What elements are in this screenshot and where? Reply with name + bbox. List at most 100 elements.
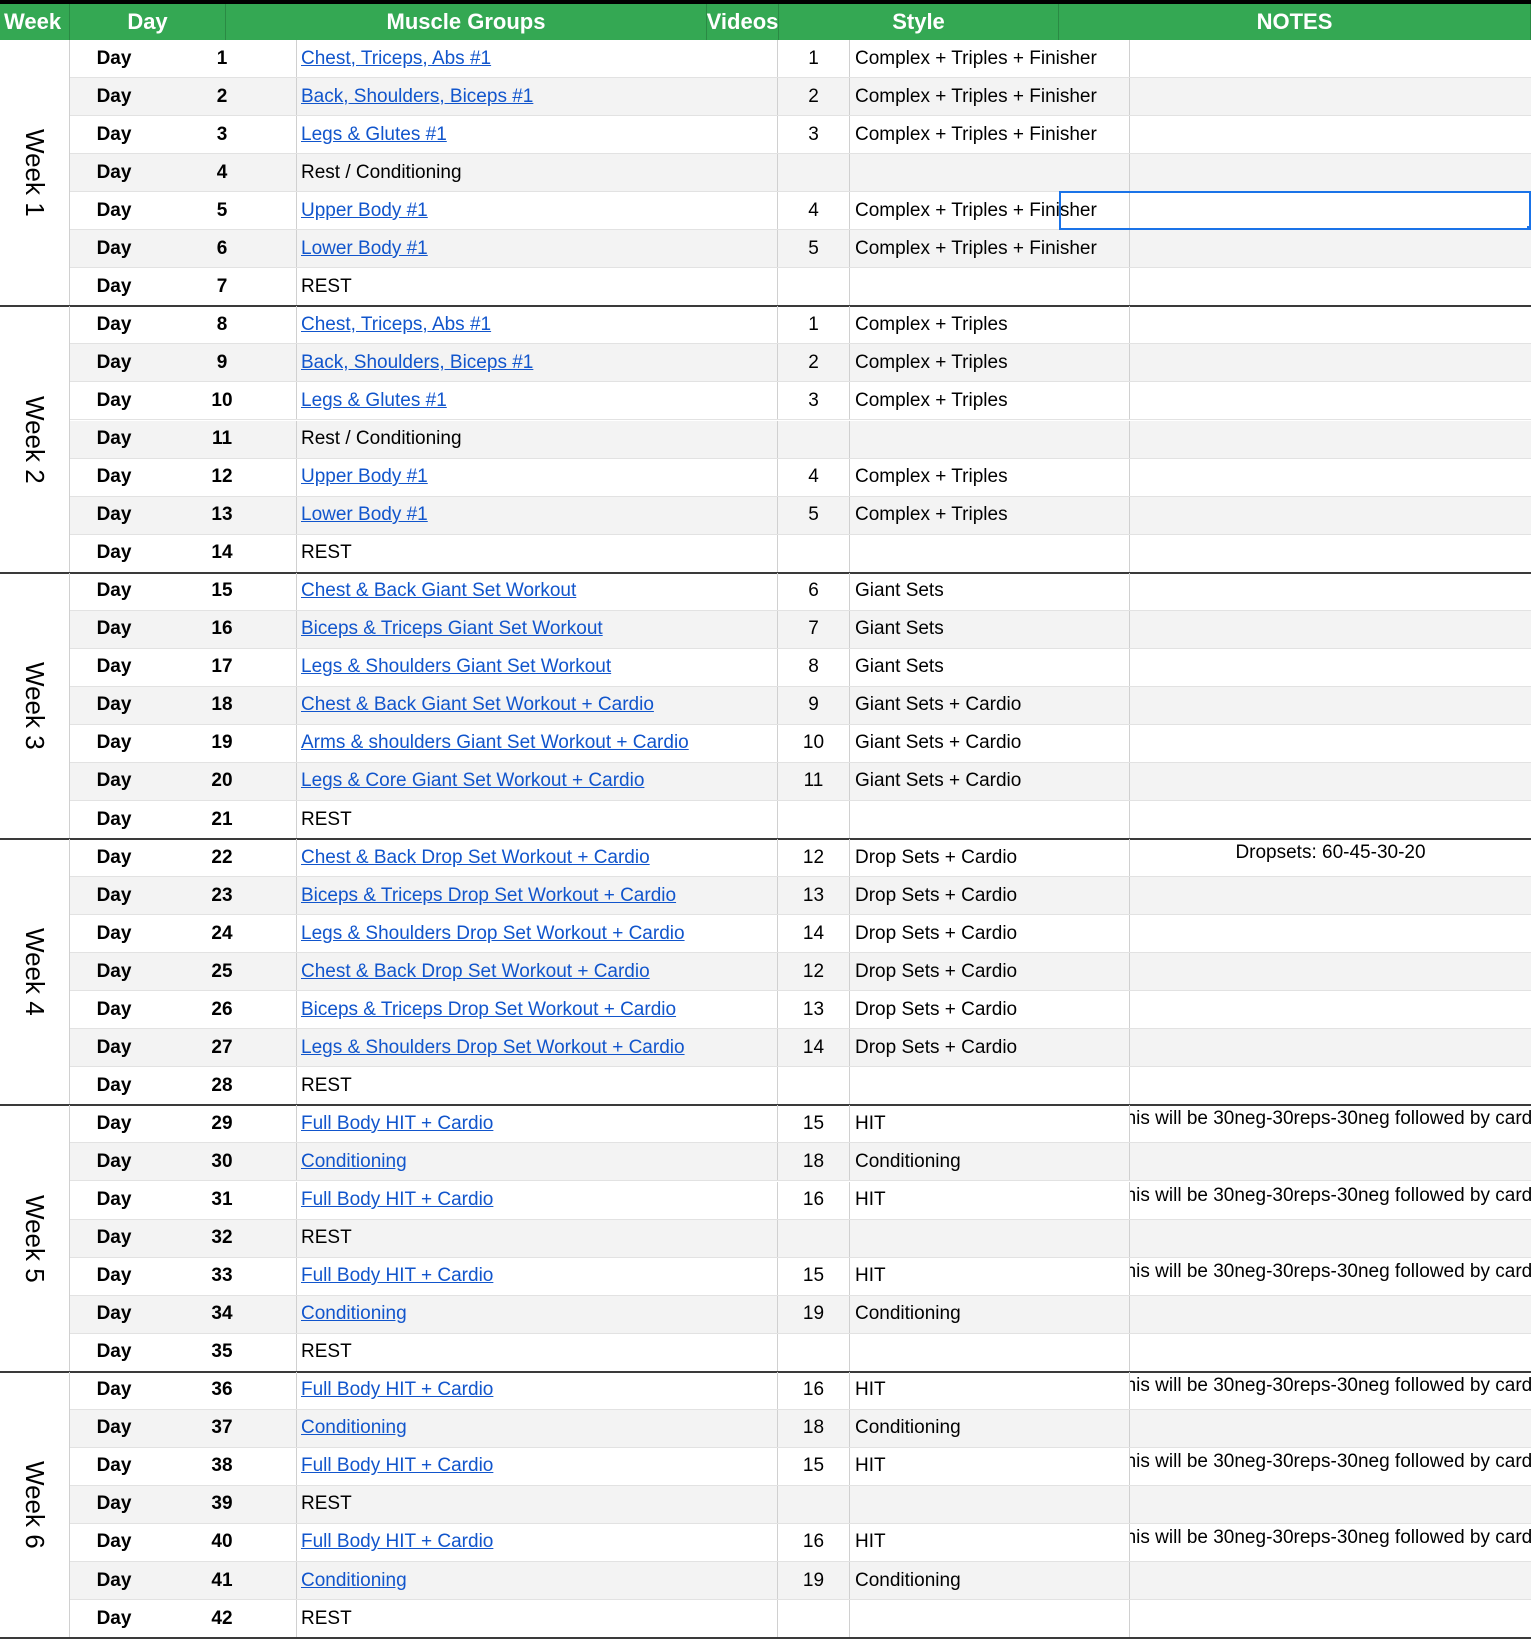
- muscle-group-cell[interactable]: Legs & Glutes #1: [296, 116, 777, 154]
- video-number-cell[interactable]: 6: [777, 572, 849, 610]
- style-cell[interactable]: HIT: [849, 1523, 1129, 1561]
- day-label-cell[interactable]: Day: [70, 1029, 148, 1066]
- muscle-group-cell[interactable]: Rest / Conditioning: [296, 154, 777, 192]
- muscle-group-cell[interactable]: Full Body HIT + Cardio: [296, 1181, 777, 1219]
- day-label-cell[interactable]: Day: [70, 1258, 148, 1295]
- notes-cell[interactable]: [1129, 1562, 1531, 1600]
- day-label-cell[interactable]: Day: [70, 421, 148, 458]
- workout-link[interactable]: Full Body HIT + Cardio: [301, 1265, 493, 1287]
- style-cell[interactable]: Giant Sets + Cardio: [849, 686, 1129, 724]
- video-number-cell[interactable]: 16: [777, 1523, 849, 1561]
- day-number-cell[interactable]: 27: [148, 1029, 296, 1066]
- style-cell[interactable]: HIT: [849, 1371, 1129, 1409]
- day-label-cell[interactable]: Day: [70, 1372, 148, 1409]
- style-cell[interactable]: Drop Sets + Cardio: [849, 1029, 1129, 1067]
- video-number-cell[interactable]: 11: [777, 762, 849, 800]
- notes-cell[interactable]: [1129, 1029, 1531, 1067]
- day-number-cell[interactable]: 24: [148, 915, 296, 952]
- style-cell[interactable]: Complex + Triples: [849, 382, 1129, 420]
- workout-link[interactable]: Legs & Shoulders Drop Set Workout + Card…: [301, 923, 685, 945]
- day-label-cell[interactable]: Day: [70, 459, 148, 496]
- day-number-cell[interactable]: 29: [148, 1105, 296, 1142]
- workout-link[interactable]: Chest & Back Drop Set Workout + Cardio: [301, 847, 650, 869]
- notes-cell[interactable]: [1129, 78, 1531, 116]
- video-number-cell[interactable]: 15: [777, 1447, 849, 1485]
- day-label-cell[interactable]: Day: [70, 1296, 148, 1333]
- video-number-cell[interactable]: 9: [777, 686, 849, 724]
- notes-cell[interactable]: [1129, 1600, 1531, 1638]
- video-number-cell[interactable]: [777, 1219, 849, 1257]
- workout-link[interactable]: Full Body HIT + Cardio: [301, 1189, 493, 1211]
- day-number-cell[interactable]: 8: [148, 306, 296, 343]
- style-cell[interactable]: [849, 1067, 1129, 1105]
- muscle-group-cell[interactable]: Full Body HIT + Cardio: [296, 1257, 777, 1295]
- notes-cell[interactable]: [1129, 40, 1531, 78]
- style-cell[interactable]: HIT: [849, 1447, 1129, 1485]
- workout-link[interactable]: Conditioning: [301, 1570, 407, 1592]
- notes-cell[interactable]: [1129, 686, 1531, 724]
- video-number-cell[interactable]: 3: [777, 116, 849, 154]
- video-number-cell[interactable]: 18: [777, 1409, 849, 1447]
- style-cell[interactable]: Conditioning: [849, 1295, 1129, 1333]
- video-number-cell[interactable]: [777, 1067, 849, 1105]
- video-number-cell[interactable]: 3: [777, 382, 849, 420]
- video-number-cell[interactable]: 1: [777, 40, 849, 78]
- workout-link[interactable]: Chest, Triceps, Abs #1: [301, 48, 491, 70]
- muscle-group-cell[interactable]: Chest, Triceps, Abs #1: [296, 306, 777, 344]
- day-number-cell[interactable]: 5: [148, 192, 296, 229]
- notes-cell[interactable]: Dropsets: 60-45-30-20: [1129, 839, 1531, 877]
- notes-cell[interactable]: [1129, 724, 1531, 762]
- muscle-group-cell[interactable]: Chest & Back Drop Set Workout + Cardio: [296, 953, 777, 991]
- style-cell[interactable]: Conditioning: [849, 1562, 1129, 1600]
- day-number-cell[interactable]: 28: [148, 1067, 296, 1104]
- day-label-cell[interactable]: Day: [70, 535, 148, 572]
- day-number-cell[interactable]: 3: [148, 116, 296, 153]
- day-label-cell[interactable]: Day: [70, 991, 148, 1028]
- header-notes[interactable]: NOTES: [1059, 4, 1531, 40]
- notes-cell[interactable]: [1129, 382, 1531, 420]
- video-number-cell[interactable]: [777, 268, 849, 306]
- style-cell[interactable]: HIT: [849, 1105, 1129, 1143]
- day-number-cell[interactable]: 33: [148, 1258, 296, 1295]
- notes-cell[interactable]: [1129, 991, 1531, 1029]
- video-number-cell[interactable]: 19: [777, 1562, 849, 1600]
- day-number-cell[interactable]: 17: [148, 649, 296, 686]
- day-label-cell[interactable]: Day: [70, 40, 148, 77]
- style-cell[interactable]: Complex + Triples + Finisher: [849, 78, 1129, 116]
- muscle-group-cell[interactable]: REST: [296, 1219, 777, 1257]
- notes-cell[interactable]: [1129, 572, 1531, 610]
- day-label-cell[interactable]: Day: [70, 154, 148, 191]
- workout-link[interactable]: Chest, Triceps, Abs #1: [301, 314, 491, 336]
- muscle-group-cell[interactable]: REST: [296, 1485, 777, 1523]
- video-number-cell[interactable]: 2: [777, 344, 849, 382]
- style-cell[interactable]: Complex + Triples + Finisher: [849, 230, 1129, 268]
- muscle-group-cell[interactable]: Legs & Shoulders Giant Set Workout: [296, 648, 777, 686]
- notes-cell[interactable]: [1129, 1409, 1531, 1447]
- notes-cell[interactable]: [1129, 1333, 1531, 1371]
- style-cell[interactable]: Complex + Triples: [849, 496, 1129, 534]
- notes-cell[interactable]: [1129, 306, 1531, 344]
- day-label-cell[interactable]: Day: [70, 497, 148, 534]
- day-number-cell[interactable]: 19: [148, 725, 296, 762]
- day-number-cell[interactable]: 36: [148, 1372, 296, 1409]
- workout-link[interactable]: Biceps & Triceps Drop Set Workout + Card…: [301, 999, 676, 1021]
- day-number-cell[interactable]: 40: [148, 1524, 296, 1561]
- muscle-group-cell[interactable]: Full Body HIT + Cardio: [296, 1371, 777, 1409]
- muscle-group-cell[interactable]: Legs & Glutes #1: [296, 382, 777, 420]
- style-cell[interactable]: Complex + Triples: [849, 306, 1129, 344]
- muscle-group-cell[interactable]: Chest & Back Drop Set Workout + Cardio: [296, 839, 777, 877]
- video-number-cell[interactable]: 16: [777, 1371, 849, 1409]
- video-number-cell[interactable]: [777, 534, 849, 572]
- day-number-cell[interactable]: 16: [148, 611, 296, 648]
- day-number-cell[interactable]: 7: [148, 268, 296, 305]
- notes-cell[interactable]: This will be 30neg-30reps-30neg followed…: [1129, 1447, 1531, 1485]
- muscle-group-cell[interactable]: REST: [296, 1600, 777, 1638]
- muscle-group-cell[interactable]: REST: [296, 534, 777, 572]
- muscle-group-cell[interactable]: Arms & shoulders Giant Set Workout + Car…: [296, 724, 777, 762]
- workout-link[interactable]: Legs & Shoulders Drop Set Workout + Card…: [301, 1037, 685, 1059]
- day-label-cell[interactable]: Day: [70, 649, 148, 686]
- style-cell[interactable]: Drop Sets + Cardio: [849, 953, 1129, 991]
- workout-link[interactable]: Chest & Back Giant Set Workout + Cardio: [301, 694, 654, 716]
- style-cell[interactable]: Complex + Triples + Finisher: [849, 40, 1129, 78]
- workout-link[interactable]: Upper Body #1: [301, 466, 428, 488]
